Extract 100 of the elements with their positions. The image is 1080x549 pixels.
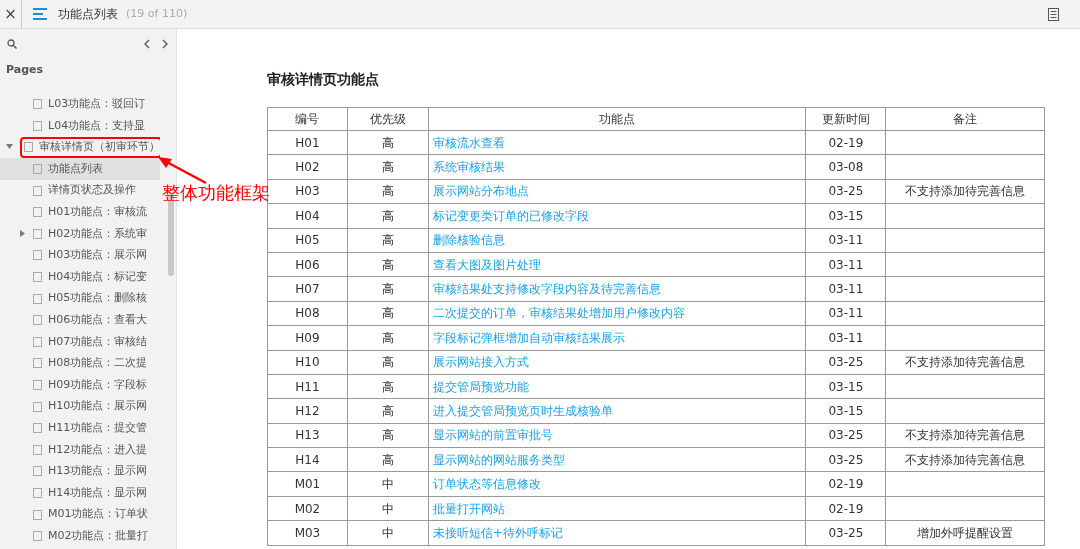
table-cell: M03 <box>267 520 348 546</box>
page-count: (19 of 110) <box>126 5 188 22</box>
page-icon <box>33 120 42 131</box>
item-label: H12功能点：进入提 <box>48 441 148 458</box>
table-cell: 03-25 <box>805 350 886 375</box>
table-cell: 03-11 <box>805 228 886 253</box>
previous-icon[interactable] <box>143 39 150 49</box>
tree-item[interactable]: M02功能点：批量打 <box>0 525 160 545</box>
page-icon <box>33 509 42 520</box>
item-label: H04功能点：标记变 <box>48 268 148 285</box>
tree-item[interactable]: H14功能点：显示网 <box>0 482 160 504</box>
table-cell: 03-11 <box>805 276 886 302</box>
table-cell: H08 <box>267 301 348 326</box>
table-cell: H02 <box>267 154 348 180</box>
table-cell: 03-08 <box>805 154 886 180</box>
table-cell: 高 <box>347 301 429 326</box>
tree-item[interactable]: 审核详情页（初审环节） <box>0 136 160 159</box>
page-icon <box>33 466 42 477</box>
item-label: L03功能点：驳回订 <box>48 96 146 113</box>
table-cell: H07 <box>267 276 348 302</box>
tree-item[interactable]: L04功能点：支持显 <box>0 115 160 137</box>
table-cell: 高 <box>347 398 429 424</box>
table-cell: 中 <box>347 471 429 497</box>
tree-item[interactable]: H03功能点：展示网 <box>0 244 160 267</box>
tree-item[interactable]: M01功能点：订单状 <box>0 503 160 526</box>
item-label: H09功能点：字段标 <box>48 376 148 393</box>
tree-item[interactable]: H02功能点：系统审 <box>0 223 160 245</box>
item-label: H07功能点：审核结 <box>48 333 148 350</box>
column-header: 更新时间 <box>805 107 886 131</box>
item-label: 详情页状态及操作 <box>48 182 136 199</box>
tree-item[interactable]: H06功能点：查看大 <box>0 309 160 332</box>
menu-icon[interactable] <box>33 8 47 20</box>
table-cell: 高 <box>347 154 429 180</box>
table-cell: 02-19 <box>805 496 886 521</box>
table-cell: 高 <box>347 252 429 277</box>
table-cell: 高 <box>347 179 429 204</box>
table-cell: 高 <box>347 447 429 472</box>
column-header: 编号 <box>267 107 348 131</box>
table-cell: 不支持添加待完善信息 <box>885 179 1045 204</box>
table-cell: 增加外呼提醒设置 <box>885 520 1045 546</box>
table-cell: 03-25 <box>805 423 886 448</box>
table-cell: 02-19 <box>805 130 886 155</box>
item-label: H11功能点：提交管 <box>48 419 148 436</box>
table-cell: H14 <box>267 447 348 472</box>
next-icon[interactable] <box>162 39 169 49</box>
table-cell: H10 <box>267 350 348 375</box>
table-cell: 高 <box>347 423 429 448</box>
table-cell: H11 <box>267 374 348 399</box>
tree-item[interactable]: H05功能点：删除核 <box>0 287 160 310</box>
tree-item[interactable]: 详情页状态及操作 <box>0 179 160 202</box>
table-cell: 03-15 <box>805 203 886 229</box>
tree-item[interactable]: H13功能点：显示网 <box>0 460 160 483</box>
item-label: H10功能点：展示网 <box>48 398 148 415</box>
table-cell: 03-15 <box>805 398 886 424</box>
tree-item[interactable]: H07功能点：审核结 <box>0 331 160 353</box>
page-icon <box>33 488 42 498</box>
table-cell: 不支持添加待完善信息 <box>885 447 1045 472</box>
item-label: 审核详情页（初审环节） <box>39 139 160 156</box>
table-cell: H05 <box>267 228 348 253</box>
page-icon <box>33 444 42 455</box>
notes-icon[interactable] <box>1048 7 1059 21</box>
tree-item[interactable]: H04功能点：标记变 <box>0 266 160 288</box>
item-label: H02功能点：系统审 <box>48 225 148 242</box>
table-cell: H09 <box>267 325 348 350</box>
column-header: 功能点 <box>428 107 806 131</box>
pages-heading: Pages <box>5 62 45 78</box>
page-icon <box>33 164 42 175</box>
item-label: M01功能点：订单状 <box>48 506 149 523</box>
tree-item[interactable]: H01功能点：审核流 <box>0 201 160 224</box>
table-cell: 中 <box>347 496 429 521</box>
table-cell: 高 <box>347 350 429 375</box>
page-icon <box>33 250 42 261</box>
table-cell: H13 <box>267 423 348 448</box>
table-cell: 03-15 <box>805 374 886 399</box>
column-header: 备注 <box>885 107 1045 131</box>
item-label: H06功能点：查看大 <box>48 312 148 328</box>
table-cell: H06 <box>267 252 348 277</box>
table-cell: 高 <box>347 325 429 350</box>
table-cell: H01 <box>267 130 348 155</box>
tree-item[interactable]: H08功能点：二次提 <box>0 352 160 375</box>
tree-item[interactable]: H09功能点：字段标 <box>0 374 160 396</box>
table-cell: 03-25 <box>805 520 886 546</box>
page-title: 功能点列表 <box>58 6 118 23</box>
close-button[interactable]: × <box>0 0 22 29</box>
caret-icon[interactable] <box>6 143 13 151</box>
tree-item[interactable]: 功能点列表 <box>0 158 160 180</box>
tree-item[interactable]: L03功能点：驳回订 <box>0 93 160 116</box>
tree-item[interactable]: H12功能点：进入提 <box>0 439 160 461</box>
table-cell: 高 <box>347 228 429 253</box>
table-cell: 03-11 <box>805 325 886 350</box>
page-icon <box>33 293 42 304</box>
caret-icon[interactable] <box>19 229 26 237</box>
tree-item[interactable]: H10功能点：展示网 <box>0 395 160 418</box>
table-cell: 不支持添加待完善信息 <box>885 350 1045 375</box>
search-icon[interactable] <box>7 39 17 49</box>
arrow <box>156 155 208 185</box>
table-cell: 03-11 <box>805 252 886 277</box>
table-cell: 03-11 <box>805 301 886 326</box>
item-label: 功能点列表 <box>48 160 103 177</box>
tree-item[interactable]: H11功能点：提交管 <box>0 417 160 439</box>
